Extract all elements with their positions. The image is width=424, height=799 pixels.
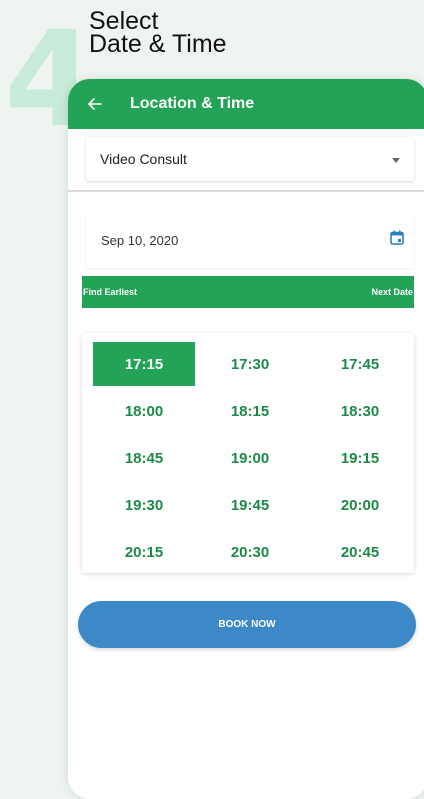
time-slot[interactable]: 20:00 <box>305 483 415 527</box>
consult-type-select[interactable]: Video Consult <box>86 137 414 181</box>
time-slot[interactable]: 19:00 <box>195 436 305 480</box>
find-earliest-button[interactable]: Find Earliest <box>82 287 138 297</box>
step-title-line-2: Date & Time <box>89 30 227 58</box>
date-value: Sep 10, 2020 <box>101 232 179 248</box>
consult-type-value: Video Consult <box>100 151 187 167</box>
time-slot[interactable]: 19:30 <box>93 483 195 527</box>
divider <box>68 190 424 192</box>
date-picker[interactable]: Sep 10, 2020 <box>86 212 414 268</box>
step-title: Select Date & Time <box>89 9 227 58</box>
caret-down-icon <box>392 150 400 168</box>
time-slot[interactable]: 17:45 <box>305 342 415 386</box>
time-slot[interactable]: 20:45 <box>305 530 415 574</box>
time-slot[interactable]: 20:30 <box>195 530 305 574</box>
time-slot[interactable]: 18:00 <box>93 389 195 433</box>
time-slot[interactable]: 18:45 <box>93 436 195 480</box>
time-slot[interactable]: 18:30 <box>305 389 415 433</box>
arrow-left-icon[interactable] <box>84 93 106 115</box>
book-now-button[interactable]: BOOK NOW <box>78 601 416 648</box>
app-bar-title: Location & Time <box>130 95 255 112</box>
time-slot[interactable]: 17:30 <box>195 342 305 386</box>
time-slot[interactable]: 20:15 <box>93 530 195 574</box>
time-slot[interactable]: 18:15 <box>195 389 305 433</box>
next-date-button[interactable]: Next Date <box>370 287 414 297</box>
time-slot[interactable]: 17:15 <box>93 342 195 386</box>
time-slot[interactable]: 19:15 <box>305 436 415 480</box>
calendar-icon[interactable] <box>390 230 404 250</box>
date-navigation-bar: Find Earliest Next Date <box>82 276 414 308</box>
time-slot-grid: 17:15 17:30 17:45 18:00 18:15 18:30 18:45 19:00… <box>82 333 414 573</box>
time-slot[interactable]: 19:45 <box>195 483 305 527</box>
app-bar: Location & Time <box>68 79 424 129</box>
phone-screen: Location & Time Video Consult Sep 10, 20… <box>68 79 424 799</box>
